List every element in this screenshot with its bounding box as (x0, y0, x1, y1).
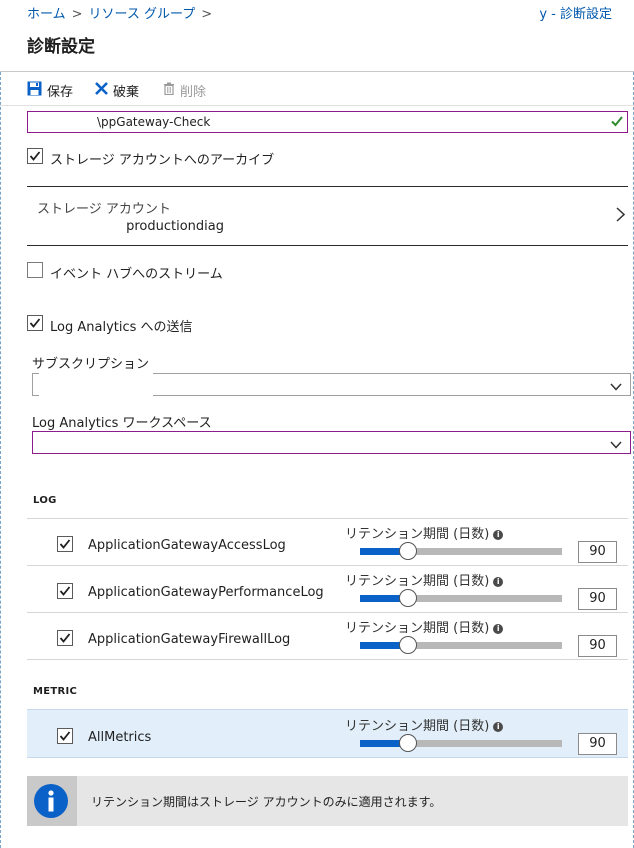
redacted-area (39, 373, 153, 397)
retention-label-text: リテンション期間 (日数) (345, 719, 490, 734)
retention-days-input[interactable]: 90 (578, 541, 617, 563)
workspace-dropdown[interactable] (32, 431, 631, 454)
page-title: 診断設定 (27, 37, 95, 57)
breadcrumb-home[interactable]: ホーム (27, 7, 66, 22)
storage-account-label: ストレージ アカウント (37, 202, 171, 217)
archive-label: ストレージ アカウントへのアーカイブ (50, 153, 275, 168)
valid-check-icon (611, 115, 623, 131)
trash-icon (163, 82, 175, 99)
delete-button[interactable]: 削除 (163, 80, 206, 100)
breadcrumb-current[interactable]: y - 診断設定 (539, 3, 612, 22)
log-analytics-checkbox[interactable] (27, 315, 43, 331)
toolbar-divider (0, 105, 634, 106)
breadcrumb-separator: > (71, 7, 83, 22)
log-category-name: ApplicationGatewayFirewallLog (88, 632, 291, 647)
info-icon[interactable]: i (493, 577, 504, 587)
save-label: 保存 (47, 84, 74, 100)
log-category-checkbox[interactable] (57, 728, 73, 744)
info-icon[interactable]: i (493, 530, 504, 540)
log-category-checkbox[interactable] (57, 536, 73, 552)
retention-slider-thumb[interactable] (399, 636, 417, 654)
log-category-checkbox[interactable] (57, 583, 73, 599)
event-hub-checkbox[interactable] (27, 262, 43, 278)
info-banner: リテンション期間はストレージ アカウントのみに適用されます。 (27, 776, 628, 826)
retention-slider-thumb[interactable] (399, 542, 417, 560)
discard-label: 破棄 (113, 84, 140, 100)
chevron-down-icon (610, 380, 622, 395)
retention-slider-thumb[interactable] (399, 589, 417, 607)
retention-label-text: リテンション期間 (日数) (345, 574, 490, 589)
breadcrumb-separator: > (201, 7, 213, 22)
log-analytics-label: Log Analytics への送信 (50, 320, 193, 335)
name-value: \ppGateway-Check (97, 115, 211, 129)
chevron-right-icon (616, 207, 626, 226)
chevron-down-icon (610, 438, 622, 453)
log-category-name: ApplicationGatewayPerformanceLog (88, 585, 324, 600)
header-divider (0, 71, 634, 72)
save-button[interactable]: 保存 (27, 80, 73, 100)
retention-label: リテンション期間 (日数) i (345, 617, 504, 636)
subscription-label: サブスクリプション (32, 357, 150, 372)
name-input[interactable]: \ppGateway-Check (27, 111, 628, 133)
content-border-left (0, 72, 1, 848)
row-divider (27, 659, 628, 660)
row-divider (27, 565, 628, 566)
workspace-label: Log Analytics ワークスペース (32, 416, 212, 431)
log-section-title: LOG (33, 495, 57, 506)
subscription-dropdown[interactable] (32, 373, 631, 397)
retention-days-input[interactable]: 90 (578, 733, 617, 755)
delete-label: 削除 (180, 84, 207, 100)
metric-section-title: METRIC (33, 686, 78, 697)
info-icon[interactable]: i (493, 624, 504, 634)
retention-days-input[interactable]: 90 (578, 588, 617, 610)
log-category-name: AllMetrics (88, 730, 152, 745)
info-icon (33, 783, 69, 823)
row-divider (27, 612, 628, 613)
retention-label: リテンション期間 (日数) i (345, 570, 504, 589)
retention-label-text: リテンション期間 (日数) (345, 621, 490, 636)
info-icon[interactable]: i (493, 722, 504, 732)
storage-account-value: productiondiag (126, 219, 224, 234)
storage-bottom-divider (27, 245, 628, 246)
close-icon (95, 81, 108, 99)
event-hub-label: イベント ハブへのストリーム (50, 267, 223, 282)
log-category-checkbox[interactable] (57, 630, 73, 646)
archive-checkbox[interactable] (27, 148, 43, 164)
discard-button[interactable]: 破棄 (95, 80, 139, 100)
save-icon (27, 81, 42, 100)
retention-label: リテンション期間 (日数) i (345, 715, 504, 734)
retention-label: リテンション期間 (日数) i (345, 523, 504, 542)
info-icon-area (27, 776, 77, 826)
storage-account-selector[interactable]: ストレージ アカウント productiondiag (27, 187, 628, 245)
retention-label-text: リテンション期間 (日数) (345, 527, 490, 542)
retention-slider-thumb[interactable] (399, 734, 417, 752)
log-category-name: ApplicationGatewayAccessLog (88, 538, 286, 553)
breadcrumb-resource-group[interactable]: リソース グループ (89, 7, 196, 22)
info-banner-text: リテンション期間はストレージ アカウントのみに適用されます。 (91, 795, 442, 809)
log-top-divider (27, 518, 628, 519)
retention-days-input[interactable]: 90 (578, 635, 617, 657)
breadcrumb: ホーム > リソース グループ > (27, 3, 218, 22)
